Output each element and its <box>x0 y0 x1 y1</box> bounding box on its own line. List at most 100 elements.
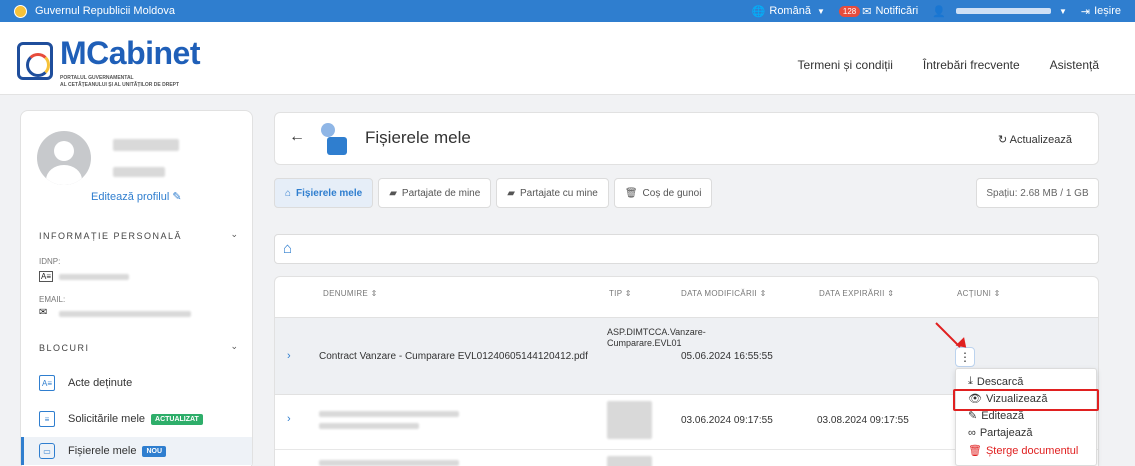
tab-shared-with-me[interactable]: ▰ Partajate cu mine <box>496 178 609 208</box>
file-name-redacted <box>319 411 459 417</box>
column-header-label: DATA MODIFICĂRII <box>681 289 758 298</box>
column-header-name[interactable]: DENUMIRE ⇕ <box>323 289 378 298</box>
menu-item-delete[interactable]: 🗑 Șterge documentul <box>968 444 1078 458</box>
file-tabs: ⌂ Fișierele mele ▰ Partajate de mine ▰ Part… <box>274 178 713 208</box>
home-icon[interactable]: ⌂ <box>283 240 292 257</box>
trash-icon: 🗑 <box>624 187 638 199</box>
email-value-redacted <box>59 311 191 317</box>
storage-usage: Spațiu: 2.68 MB / 1 GB <box>976 178 1099 208</box>
logout-button[interactable]: ⇥ Ieșire <box>1081 5 1121 18</box>
chevron-down-icon[interactable]: ⌄ <box>230 341 238 352</box>
file-name-redacted <box>319 423 419 429</box>
menu-item-label: Partajează <box>979 427 1033 439</box>
menu-item-label: Editează <box>981 409 1025 422</box>
logo-subtitle-1: PORTALUL GUVERNAMENTAL <box>60 75 134 81</box>
page-title: Fișierele mele <box>365 128 471 147</box>
kebab-menu-icon[interactable]: ⋮ <box>955 347 975 367</box>
trash-icon: 🗑 <box>968 445 982 457</box>
site-header: MCabinet PORTALUL GUVERNAMENTAL AL CETĂȚ… <box>0 22 1135 95</box>
file-type-redacted <box>607 456 652 466</box>
id-card-icon: A≡ <box>39 375 55 391</box>
column-header-type[interactable]: TIP ⇕ <box>609 289 632 298</box>
tab-label: Fișierele mele <box>296 187 363 199</box>
nav-terms-link[interactable]: Termeni și condiții <box>798 58 893 72</box>
edit-profile-label: Editează profilul <box>91 191 170 203</box>
new-badge: NOU <box>142 445 167 457</box>
sidebar-item-owned-acts[interactable]: A≡ Acte deținute <box>21 369 252 397</box>
chevron-right-icon[interactable]: › <box>287 413 291 425</box>
column-header-modified[interactable]: DATA MODIFICĂRII ⇕ <box>681 289 767 298</box>
tab-trash[interactable]: 🗑 Coș de gunoi <box>613 178 713 208</box>
user-files-icon <box>313 123 349 157</box>
notifications-button[interactable]: 128 ✉ Notificări <box>838 5 919 18</box>
government-emblem-icon <box>14 4 27 18</box>
file-type: ASP.DIMTCCA.Vanzare-Cumparare.EVL01 <box>607 327 706 348</box>
tab-shared-by-me[interactable]: ▰ Partajate de mine <box>378 178 492 208</box>
column-header-label: ACȚIUNI <box>957 289 992 298</box>
menu-item-label: Descarcă <box>976 375 1024 388</box>
header-nav: Termeni și condiții Întrebări frecvente … <box>798 58 1099 72</box>
logout-label: Ieșire <box>1094 5 1121 17</box>
sidebar-item-label: Acte deținute <box>68 377 133 389</box>
globe-icon: 🌐 <box>751 5 766 18</box>
notifications-count-badge: 128 <box>838 5 861 17</box>
nav-support-link[interactable]: Asistență <box>1050 58 1099 72</box>
menu-item-share[interactable]: ∞ Partajează <box>968 427 1032 439</box>
nav-faq-link[interactable]: Întrebări frecvente <box>923 58 1020 72</box>
logout-icon: ⇥ <box>1080 5 1091 18</box>
highlight-box <box>953 389 1099 411</box>
column-header-actions[interactable]: ACȚIUNI ⇕ <box>957 289 1001 298</box>
user-surname-redacted <box>113 167 165 177</box>
mcabinet-logo-icon[interactable] <box>17 42 53 80</box>
tab-label: Coș de gunoi <box>642 187 702 199</box>
edit-profile-link[interactable]: Editează profilul ✎ <box>91 190 182 203</box>
refresh-icon: ↻ <box>997 134 1008 146</box>
column-header-expires[interactable]: DATA EXPIRĂRII ⇕ <box>819 289 894 298</box>
profile-sidebar: Editează profilul ✎ INFORMAȚIE PERSONALĂ… <box>20 110 253 466</box>
file-name: Contract Vanzare - Cumparare EVL01240605… <box>319 351 588 362</box>
envelope-icon: ✉ <box>39 307 48 318</box>
idnp-value-redacted <box>59 274 129 280</box>
language-selector[interactable]: 🌐 Română ▼ <box>752 5 825 18</box>
sidebar-item-my-requests[interactable]: ≡ Solicitările mele ACTUALIZAT <box>21 405 252 433</box>
logo-title[interactable]: MCabinet <box>60 35 201 72</box>
drive-icon: ⌂ <box>285 187 292 199</box>
expiration-date: 03.08.2024 09:17:55 <box>817 415 909 426</box>
modified-date: 05.06.2024 16:55:55 <box>681 351 773 362</box>
menu-item-download[interactable]: ⤓ Descarcă <box>968 375 1023 388</box>
back-arrow-icon[interactable]: ← <box>289 128 305 146</box>
user-menu[interactable]: 👤 ▼ <box>932 5 1067 18</box>
file-name-redacted <box>319 460 459 466</box>
status-badge: ACTUALIZAT <box>151 413 203 425</box>
column-header-label: DENUMIRE <box>323 289 369 298</box>
tab-label: Partajate cu mine <box>520 187 598 199</box>
government-name[interactable]: Guvernul Republicii Moldova <box>35 5 752 17</box>
folder-share-icon: ▰ <box>389 187 397 199</box>
document-icon: ≡ <box>39 411 55 427</box>
actions-menu: ⤓ Descarcă 👁 Vizualizează ✎ Editează ∞ Parta… <box>955 368 1097 466</box>
user-name-redacted <box>113 139 179 151</box>
language-label: Română <box>769 5 811 17</box>
folder-icon: ▭ <box>39 443 55 459</box>
user-icon: 👤 <box>932 5 946 18</box>
id-card-icon: A≡ <box>39 271 54 282</box>
chevron-down-icon: ▼ <box>816 6 825 16</box>
refresh-label: Actualizează <box>1009 134 1072 146</box>
breadcrumb: ⌂ <box>274 234 1099 264</box>
column-header-label: TIP <box>609 289 623 298</box>
sidebar-item-my-files[interactable]: ▭ Fișierele mele NOU <box>21 437 252 465</box>
chevron-down-icon[interactable]: ⌄ <box>230 229 238 240</box>
user-name-redacted <box>955 8 1051 14</box>
idnp-label: IDNP: <box>39 257 61 266</box>
tab-label: Partajate de mine <box>401 187 481 199</box>
chevron-right-icon[interactable]: › <box>287 350 291 362</box>
tab-my-files[interactable]: ⌂ Fișierele mele <box>274 178 374 208</box>
file-type-redacted <box>607 401 652 439</box>
sidebar-item-label: Fișierele mele <box>68 445 137 457</box>
refresh-button[interactable]: ↻ Actualizează <box>998 133 1072 146</box>
top-bar: Guvernul Republicii Moldova 🌐 Română ▼ 1… <box>0 0 1135 22</box>
folder-share-icon: ▰ <box>507 187 515 199</box>
notifications-label: Notificări <box>875 5 919 17</box>
download-icon: ⤓ <box>968 375 973 387</box>
personal-info-title: INFORMAȚIE PERSONALĂ <box>39 231 183 241</box>
